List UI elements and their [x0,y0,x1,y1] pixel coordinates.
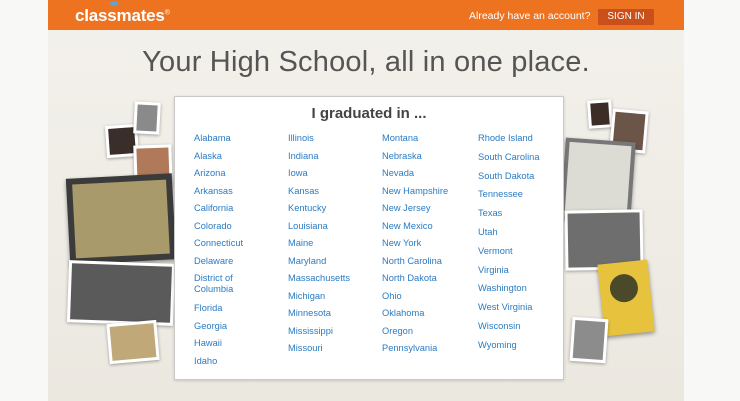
state-link-washington[interactable]: Washington [478,283,540,302]
yearbook-image-left [65,173,177,265]
state-link-kansas[interactable]: Kansas [288,186,350,204]
state-link-florida[interactable]: Florida [194,303,254,321]
photo-snapshot [569,316,609,364]
state-link-kentucky[interactable]: Kentucky [288,203,350,221]
state-link-oklahoma[interactable]: Oklahoma [382,308,448,326]
state-link-virginia[interactable]: Virginia [478,265,540,284]
classmates-logo[interactable]: classmates® [75,6,170,26]
account-prompt: Already have an account? [469,10,591,22]
state-selector-panel: I graduated in ... Alabama Alaska Arizon… [174,96,564,380]
state-link-vermont[interactable]: Vermont [478,246,540,265]
state-link-south-dakota[interactable]: South Dakota [478,171,540,190]
state-link-oregon[interactable]: Oregon [382,326,448,344]
state-link-south-carolina[interactable]: South Carolina [478,152,540,171]
page-headline: Your High School, all in one place. [142,46,590,78]
state-link-maryland[interactable]: Maryland [288,256,350,274]
state-link-district-of-columbia[interactable]: District of Columbia [194,273,254,303]
state-link-new-york[interactable]: New York [382,238,448,256]
state-link-georgia[interactable]: Georgia [194,321,254,339]
state-link-wisconsin[interactable]: Wisconsin [478,321,540,340]
state-link-rhode-island[interactable]: Rhode Island [478,133,540,152]
state-column-1: Alabama Alaska Arizona Arkansas Californ… [194,133,254,373]
state-link-alabama[interactable]: Alabama [194,133,254,151]
panel-title: I graduated in ... [311,105,427,122]
state-link-ohio[interactable]: Ohio [382,291,448,309]
state-link-michigan[interactable]: Michigan [288,291,350,309]
sign-in-button[interactable]: SIGN IN [598,9,654,25]
state-link-arizona[interactable]: Arizona [194,168,254,186]
state-link-california[interactable]: California [194,203,254,221]
state-link-utah[interactable]: Utah [478,227,540,246]
state-link-missouri[interactable]: Missouri [288,343,350,361]
state-link-montana[interactable]: Montana [382,133,448,151]
state-link-wyoming[interactable]: Wyoming [478,340,540,359]
state-column-3: Montana Nebraska Nevada New Hampshire Ne… [382,133,448,361]
state-link-tennessee[interactable]: Tennessee [478,189,540,208]
state-link-new-jersey[interactable]: New Jersey [382,203,448,221]
state-link-massachusetts[interactable]: Massachusetts [288,273,350,291]
page: classmates® Already have an account? SIG… [48,0,684,401]
state-link-illinois[interactable]: Illinois [288,133,350,151]
state-link-north-carolina[interactable]: North Carolina [382,256,448,274]
state-link-west-virginia[interactable]: West Virginia [478,302,540,321]
state-link-texas[interactable]: Texas [478,208,540,227]
state-link-iowa[interactable]: Iowa [288,168,350,186]
state-link-indiana[interactable]: Indiana [288,151,350,169]
state-link-idaho[interactable]: Idaho [194,356,254,374]
state-link-mississippi[interactable]: Mississippi [288,326,350,344]
state-link-new-hampshire[interactable]: New Hampshire [382,186,448,204]
state-link-arkansas[interactable]: Arkansas [194,186,254,204]
state-column-4: Rhode Island South Carolina South Dakota… [478,133,540,359]
state-link-hawaii[interactable]: Hawaii [194,338,254,356]
state-link-nevada[interactable]: Nevada [382,168,448,186]
state-link-colorado[interactable]: Colorado [194,221,254,239]
state-link-minnesota[interactable]: Minnesota [288,308,350,326]
state-link-pennsylvania[interactable]: Pennsylvania [382,343,448,361]
state-link-delaware[interactable]: Delaware [194,256,254,274]
state-link-nebraska[interactable]: Nebraska [382,151,448,169]
state-link-north-dakota[interactable]: North Dakota [382,273,448,291]
state-link-alaska[interactable]: Alaska [194,151,254,169]
portrait-photo [133,101,161,135]
state-link-new-mexico[interactable]: New Mexico [382,221,448,239]
state-link-louisiana[interactable]: Louisiana [288,221,350,239]
state-column-2: Illinois Indiana Iowa Kansas Kentucky Lo… [288,133,350,361]
right-margin [684,0,740,401]
class-photo [66,260,176,326]
state-link-connecticut[interactable]: Connecticut [194,238,254,256]
state-link-maine[interactable]: Maine [288,238,350,256]
photo-snapshot [106,319,160,365]
top-bar: classmates® Already have an account? SIG… [48,0,684,30]
portrait-photo [587,99,613,129]
left-margin [0,0,48,401]
